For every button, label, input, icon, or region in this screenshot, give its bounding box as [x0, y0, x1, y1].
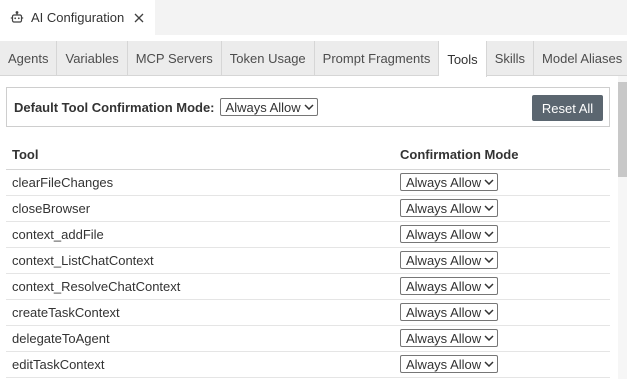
default-mode-select[interactable]: Always Allow — [219, 98, 318, 116]
tool-mode-cell: Always Allow — [400, 221, 610, 248]
tool-mode-select[interactable]: Always Allow — [400, 225, 499, 243]
close-icon[interactable] — [132, 11, 146, 25]
tab-mcp-servers[interactable]: MCP Servers — [128, 41, 222, 76]
tool-column-header: Tool — [6, 140, 400, 170]
tool-mode-cell: Always Allow — [400, 247, 610, 274]
tool-mode-select[interactable]: Always Allow — [400, 251, 499, 269]
tool-mode-value: Always Allow — [406, 200, 482, 216]
tab-model-aliases[interactable]: Model Aliases — [534, 41, 627, 76]
chevron-down-icon — [484, 308, 494, 316]
tab-token-usage[interactable]: Token Usage — [222, 41, 315, 76]
chevron-down-icon — [484, 256, 494, 264]
chevron-down-icon — [484, 282, 494, 290]
tool-mode-value: Always Allow — [406, 304, 482, 320]
tool-mode-select[interactable]: Always Allow — [400, 329, 499, 347]
chevron-down-icon — [484, 204, 494, 212]
tool-name: editTaskContext — [6, 351, 400, 378]
editor-tab-title: AI Configuration — [31, 10, 125, 25]
default-mode-label: Default Tool Confirmation Mode: — [14, 99, 215, 115]
chevron-down-icon — [304, 103, 314, 111]
tool-name: createTaskContext — [6, 299, 400, 326]
tool-mode-value: Always Allow — [406, 174, 482, 190]
tab-agents[interactable]: Agents — [0, 41, 58, 76]
tool-name: closeBrowser — [6, 195, 400, 222]
tool-mode-value: Always Allow — [406, 330, 482, 346]
tab-prompt-fragments[interactable]: Prompt Fragments — [315, 41, 440, 76]
chevron-down-icon — [484, 334, 494, 342]
tool-mode-select[interactable]: Always Allow — [400, 277, 499, 295]
tool-mode-select[interactable]: Always Allow — [400, 355, 499, 373]
chevron-down-icon — [484, 230, 494, 238]
tool-mode-value: Always Allow — [406, 226, 482, 242]
table-row: context_ListChatContext Always Allow — [6, 247, 610, 274]
table-row: context_ResolveChatContext Always Allow — [6, 273, 610, 300]
table-row: createTaskContext Always Allow — [6, 299, 610, 326]
tool-mode-cell: Always Allow — [400, 325, 610, 352]
tool-mode-value: Always Allow — [406, 252, 482, 268]
tool-mode-select[interactable]: Always Allow — [400, 173, 499, 191]
tab-skills[interactable]: Skills — [487, 41, 535, 76]
tool-mode-cell: Always Allow — [400, 169, 610, 196]
tool-name: context_ResolveChatContext — [6, 273, 400, 300]
mode-column-header: Confirmation Mode — [400, 140, 610, 170]
tab-variables[interactable]: Variables — [57, 41, 128, 76]
scrollbar-thumb[interactable] — [618, 82, 627, 177]
tool-mode-select[interactable]: Always Allow — [400, 199, 499, 217]
chevron-down-icon — [484, 360, 494, 368]
configuration-tabs: Agents Variables MCP Servers Token Usage Pro… — [0, 41, 627, 77]
tool-name: context_ListChatContext — [6, 247, 400, 274]
editor-tab-bar: AI Configuration — [0, 0, 627, 35]
tool-mode-value: Always Allow — [406, 278, 482, 294]
default-mode-value: Always Allow — [225, 99, 301, 115]
table-row: editTaskContext Always Allow — [6, 351, 610, 378]
tool-mode-cell: Always Allow — [400, 299, 610, 326]
table-row: closeBrowser Always Allow — [6, 195, 610, 222]
tool-name: context_addFile — [6, 221, 400, 248]
tool-name: clearFileChanges — [6, 169, 400, 196]
tool-name: delegateToAgent — [6, 325, 400, 352]
tab-tools[interactable]: Tools — [439, 41, 487, 77]
chevron-down-icon — [484, 178, 494, 186]
tool-mode-cell: Always Allow — [400, 195, 610, 222]
table-header-row: Tool Confirmation Mode — [6, 140, 610, 170]
tool-table: Tool Confirmation Mode clearFileChanges A… — [6, 140, 610, 378]
table-row: delegateToAgent Always Allow — [6, 325, 610, 352]
reset-all-button[interactable]: Reset All — [532, 95, 603, 121]
tool-mode-select[interactable]: Always Allow — [400, 303, 499, 321]
tool-mode-cell: Always Allow — [400, 351, 610, 378]
robot-icon — [10, 10, 24, 25]
default-mode-panel: Default Tool Confirmation Mode: Always A… — [6, 87, 610, 127]
editor-tab-ai-configuration[interactable]: AI Configuration — [0, 0, 155, 35]
table-row: clearFileChanges Always Allow — [6, 169, 610, 196]
table-row: context_addFile Always Allow — [6, 221, 610, 248]
tool-mode-cell: Always Allow — [400, 273, 610, 300]
tool-mode-value: Always Allow — [406, 356, 482, 372]
